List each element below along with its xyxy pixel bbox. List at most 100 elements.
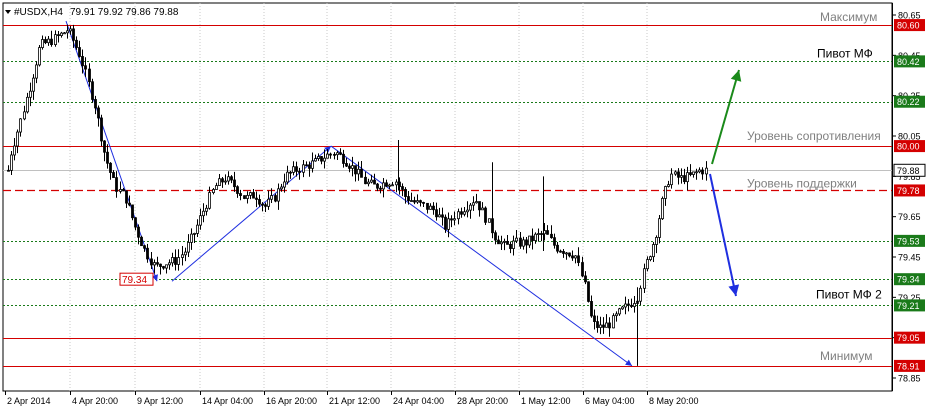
candle-body: [190, 233, 193, 243]
candle-body: [326, 153, 329, 159]
candle-body: [106, 151, 109, 164]
candle-body: [484, 207, 487, 223]
candle-body: [298, 171, 301, 173]
candle-body: [698, 169, 701, 173]
candle-body: [618, 308, 621, 315]
candle-body: [292, 166, 295, 173]
candle-body: [224, 180, 227, 183]
level-price-badge-label: 79.53: [897, 236, 920, 246]
candle-body: [481, 207, 484, 211]
candle-body: [227, 176, 230, 182]
candle-body: [605, 322, 608, 328]
candle-body: [23, 111, 26, 120]
candle-body: [199, 215, 202, 226]
candle-body: [370, 179, 373, 183]
candle-body: [84, 65, 87, 70]
candle-body: [550, 233, 553, 239]
quote-label: 79.91 79.92 79.86 79.88: [70, 7, 179, 18]
candle-body: [639, 287, 642, 302]
candle-body: [159, 263, 162, 267]
candle-body: [509, 243, 512, 249]
candle-body: [568, 252, 571, 257]
chart-window[interactable]: 79.34 Максимум Пивот МФ Уровень сопротивлен…: [0, 0, 934, 411]
candle-body: [286, 171, 289, 183]
candle-body: [584, 275, 587, 283]
candle-body: [162, 266, 165, 269]
candle-body: [422, 201, 425, 204]
candle-body: [218, 178, 221, 186]
price-chart[interactable]: 79.34 Максимум Пивот МФ Уровень сопротивлен…: [0, 0, 934, 411]
candle-body: [75, 39, 78, 48]
candle-body: [243, 195, 246, 199]
candle-body: [215, 185, 218, 190]
candle-body: [16, 131, 19, 147]
candle-body: [94, 99, 97, 109]
candle-body: [457, 211, 460, 220]
candle-body: [88, 68, 91, 83]
candle-body: [416, 200, 419, 203]
time-tick-label: 9 Apr 12:00: [137, 396, 183, 406]
candle-body: [7, 169, 10, 172]
candle-body: [621, 306, 624, 310]
candle-body: [608, 322, 611, 329]
candle-body: [388, 184, 391, 187]
time-tick-label: 14 Apr 04:00: [202, 396, 253, 406]
candle-body: [255, 197, 258, 200]
candle-body: [661, 198, 664, 220]
candle-body: [60, 32, 63, 36]
candle-body: [314, 158, 317, 162]
candle-body: [643, 268, 646, 289]
candle-body: [646, 259, 649, 270]
candle-body: [69, 28, 72, 32]
candle-body: [559, 250, 562, 253]
candle-body: [686, 172, 689, 183]
candle-body: [528, 235, 531, 246]
candle-body: [57, 34, 60, 37]
level-price-badge-label: 79.05: [897, 333, 920, 343]
candle-body: [137, 226, 140, 238]
candle-body: [143, 245, 146, 249]
candle-body: [360, 168, 363, 178]
candle-body: [379, 187, 382, 190]
time-tick-label: 24 Apr 04:00: [393, 396, 444, 406]
candle-body: [212, 189, 215, 193]
price-axis: 80.6580.4580.2580.0579.8579.6579.4579.25…: [892, 3, 926, 391]
candle-body: [385, 182, 388, 187]
level-price-badge-label: 79.34: [897, 275, 920, 285]
candle-body: [345, 163, 348, 167]
candle-body: [419, 200, 422, 203]
candle-body: [205, 207, 208, 212]
candle-body: [460, 211, 463, 215]
level-price-badge-label: 80.22: [897, 97, 920, 107]
candle-body: [140, 236, 143, 247]
candle-body: [336, 152, 339, 156]
candle-body: [602, 324, 605, 328]
candle-body: [522, 239, 525, 247]
candle-body: [115, 177, 118, 192]
candle-body: [519, 237, 522, 247]
candle-body: [91, 81, 94, 100]
candle-body: [391, 184, 394, 187]
candle-body: [478, 201, 481, 211]
candle-body: [689, 172, 692, 175]
candle-body: [429, 205, 432, 210]
candle-body: [153, 262, 156, 266]
candle-body: [512, 240, 515, 249]
candle-body: [534, 233, 537, 241]
candle-body: [128, 202, 131, 206]
candle-body: [97, 107, 100, 119]
candle-body: [339, 152, 342, 155]
candle-body: [41, 39, 44, 48]
candle-body: [506, 240, 509, 245]
candle-body: [112, 172, 115, 178]
candle-body: [308, 164, 311, 169]
level-price-badge-label: 80.00: [897, 142, 920, 152]
candle-body: [677, 171, 680, 178]
candle-body: [497, 239, 500, 245]
symbol-label: #USDX,H4: [14, 7, 63, 18]
candle-body: [441, 214, 444, 218]
candle-body: [537, 233, 540, 235]
level-price-badge-label: 80.42: [897, 57, 920, 67]
time-tick-label: 21 Apr 12:00: [329, 396, 380, 406]
candle-body: [652, 244, 655, 258]
